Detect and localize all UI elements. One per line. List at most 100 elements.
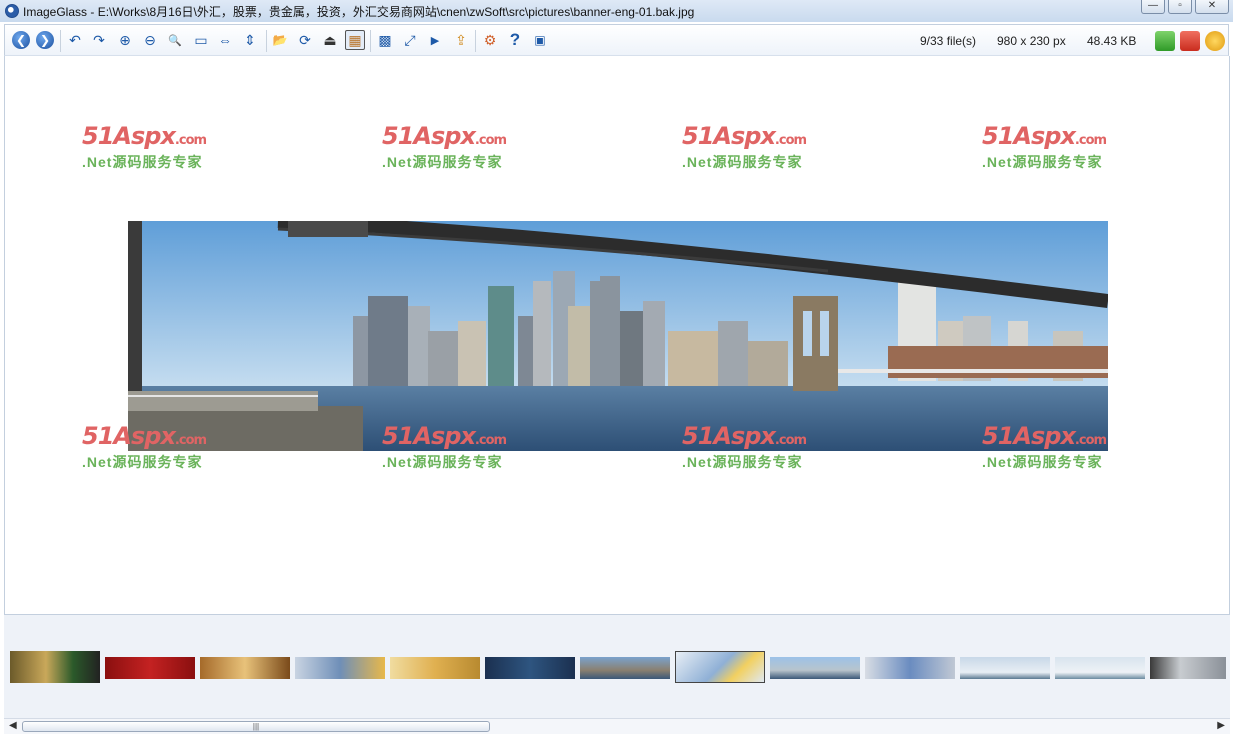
convert-icon: ⇪ [455, 31, 467, 48]
fullscreen-button[interactable]: ⤢ [400, 30, 420, 50]
watermark-subtitle: .Net源码服务专家 [382, 454, 503, 470]
minimize-button[interactable]: — [1141, 0, 1165, 14]
refresh-icon: ⟳ [299, 31, 311, 48]
thumbnail-item[interactable] [770, 657, 860, 679]
fit-height-button[interactable]: ⇕ [240, 30, 260, 50]
thumbnail-item[interactable] [580, 657, 670, 679]
forward-button[interactable]: ❯ [35, 30, 55, 50]
thumbnail-item[interactable] [390, 657, 480, 679]
slideshow-button[interactable]: ▶ [425, 30, 445, 50]
open-file-button[interactable]: 📂 [270, 30, 290, 50]
checkerboard-icon: ▩ [378, 31, 392, 48]
dislike-icon[interactable] [1180, 31, 1200, 51]
scrollbar-thumb[interactable]: ||| [22, 721, 490, 732]
zoom-in-icon: ⊕ [119, 31, 131, 48]
watermark-logo: 51Aspx.com [382, 122, 507, 150]
watermark-subtitle: .Net源码服务专家 [982, 454, 1103, 470]
actual-size-button[interactable]: 🔍 [165, 30, 185, 50]
back-icon: ❮ [12, 31, 30, 49]
back-button[interactable]: ❮ [11, 30, 31, 50]
thumbnail-item[interactable] [485, 657, 575, 679]
watermark: 51Aspx.com .Net源码服务专家 [82, 422, 232, 472]
watermark: 51Aspx.com .Net源码服务专家 [382, 122, 532, 172]
watermark-logo: 51Aspx.com [982, 422, 1107, 450]
watermark-logo: 51Aspx.com [682, 422, 807, 450]
watermark-subtitle: .Net源码服务专家 [682, 454, 803, 470]
rotate-right-icon: ↷ [93, 31, 105, 48]
refresh-button[interactable]: ⟳ [295, 30, 315, 50]
watermark-logo: 51Aspx.com [82, 122, 207, 150]
watermark-subtitle: .Net源码服务专家 [82, 154, 203, 170]
scroll-left-icon[interactable]: ◀ [9, 720, 17, 731]
convert-button[interactable]: ⇪ [451, 30, 471, 50]
watermark-logo: 51Aspx.com [82, 422, 207, 450]
thumbnail-item[interactable] [105, 657, 195, 679]
zoom-to-fit-icon: ▭ [194, 31, 208, 48]
file-size: 48.43 KB [1087, 34, 1137, 48]
thumbnail-item[interactable] [960, 657, 1050, 679]
thumbnail-item[interactable] [10, 651, 100, 683]
close-button[interactable]: ✕ [1195, 0, 1229, 14]
thumbnail-toggle-icon: ▦ [348, 31, 362, 48]
open-file-icon: 📂 [272, 33, 288, 47]
image-dimensions: 980 x 230 px [997, 34, 1066, 48]
thumbnail-item[interactable] [1150, 657, 1226, 679]
app-icon [5, 4, 19, 18]
watermark-logo: 51Aspx.com [382, 422, 507, 450]
help-icon: ? [509, 30, 521, 49]
help-button[interactable]: ? [505, 30, 525, 50]
rotate-left-button[interactable]: ↶ [65, 30, 85, 50]
toolbar: ❮ ❯ ↶ ↷ ⊕ ⊖ 🔍 ▭ ⇔ ⇕ 📂 ⟳ ⏏ ▦ ▩ ⤢ ▶ ⇪ ⚙ ? … [4, 24, 1229, 56]
watermark: 51Aspx.com .Net源码服务专家 [982, 122, 1132, 172]
thumbnail-toggle-button[interactable]: ▦ [345, 30, 365, 50]
window-controls: — ▫ ✕ [1141, 0, 1229, 14]
rotate-left-icon: ↶ [69, 31, 81, 48]
watermark: 51Aspx.com .Net源码服务专家 [382, 422, 532, 472]
watermark-subtitle: .Net源码服务专家 [682, 154, 803, 170]
watermark: 51Aspx.com .Net源码服务专家 [982, 422, 1132, 472]
thumbnail-strip [4, 614, 1230, 718]
title-bar: ImageGlass - E:\Works\8月16日\外汇，股票，贵金属，投资… [0, 0, 1233, 22]
about-icon: ▣ [534, 33, 546, 47]
thumbnail-item[interactable] [1055, 657, 1145, 679]
go-to-button[interactable]: ⏏ [320, 30, 340, 50]
watermark: 51Aspx.com .Net源码服务专家 [682, 422, 832, 472]
city-skyline-bridge-image [128, 221, 1108, 451]
toolbar-separator [60, 30, 61, 52]
settings-button[interactable]: ⚙ [480, 30, 500, 50]
slideshow-icon: ▶ [430, 34, 440, 47]
fit-width-icon: ⇔ [218, 32, 232, 48]
watermark: 51Aspx.com .Net源码服务专家 [82, 122, 232, 172]
watermark-logo: 51Aspx.com [982, 122, 1107, 150]
like-icon[interactable] [1155, 31, 1175, 51]
thumbnail-item-current[interactable] [675, 651, 765, 683]
image-viewer[interactable]: 51Aspx.com .Net源码服务专家 51Aspx.com .Net源码服… [4, 56, 1230, 614]
thumbnail-item[interactable] [295, 657, 385, 679]
thumbnail-item[interactable] [200, 657, 290, 679]
zoom-in-button[interactable]: ⊕ [115, 30, 135, 50]
watermark-logo: 51Aspx.com [682, 122, 807, 150]
thumbnail-item[interactable] [865, 657, 955, 679]
scroll-right-icon[interactable]: ▶ [1217, 720, 1225, 731]
toolbar-separator [370, 30, 371, 52]
watermark-subtitle: .Net源码服务专家 [382, 154, 503, 170]
zoom-to-fit-button[interactable]: ▭ [191, 30, 211, 50]
thumbnail-scrollbar[interactable]: ◀ ||| ▶ [4, 718, 1230, 734]
displayed-image [128, 221, 1108, 451]
go-to-icon: ⏏ [323, 31, 337, 48]
about-button[interactable]: ▣ [530, 30, 550, 50]
fit-height-icon: ⇕ [244, 31, 256, 48]
zoom-out-button[interactable]: ⊖ [140, 30, 160, 50]
checkerboard-button[interactable]: ▩ [375, 30, 395, 50]
actual-size-icon: 🔍 [168, 34, 182, 47]
rotate-right-button[interactable]: ↷ [89, 30, 109, 50]
watermark-subtitle: .Net源码服务专家 [982, 154, 1103, 170]
file-count: 9/33 file(s) [920, 34, 977, 48]
window-title: ImageGlass - E:\Works\8月16日\外汇，股票，贵金属，投资… [23, 4, 695, 19]
watermark-subtitle: .Net源码服务专家 [82, 454, 203, 470]
maximize-button[interactable]: ▫ [1168, 0, 1192, 14]
fullscreen-icon: ⤢ [404, 31, 416, 48]
fit-width-button[interactable]: ⇔ [215, 30, 235, 50]
zoom-out-icon: ⊖ [144, 31, 156, 48]
feedback-icon[interactable] [1205, 31, 1225, 51]
